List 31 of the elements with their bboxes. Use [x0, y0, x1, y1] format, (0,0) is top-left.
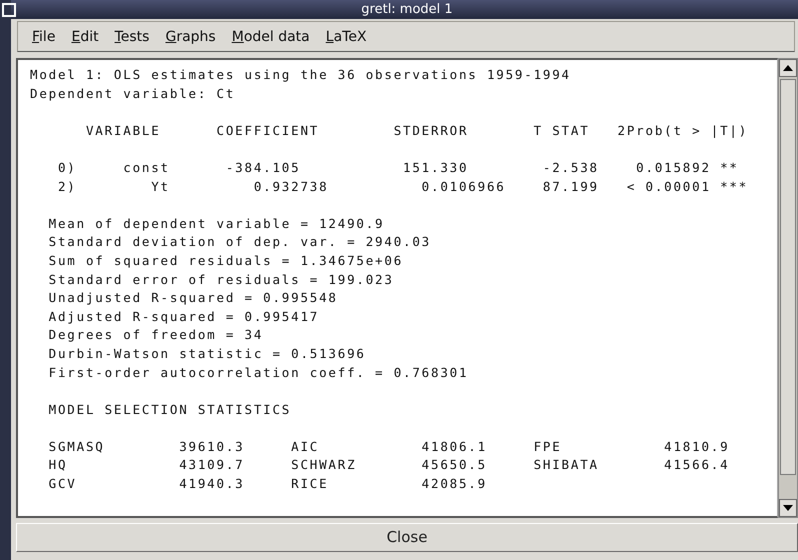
output-line: Model 1: OLS estimates using the 36 observations 1959-1994 [30, 66, 572, 84]
output-line: SGMASQ 39610.3 AIC 41806.1 FPE 41810.9 [48, 438, 730, 456]
menu-item[interactable]: File [24, 26, 64, 46]
output-line: Adjusted R-squared = 0.995417 [48, 308, 320, 326]
window-menu-icon[interactable] [2, 2, 16, 16]
output-line: Dependent variable: Ct [30, 84, 236, 103]
scroll-thumb[interactable] [780, 79, 796, 475]
window-title: gretl: model 1 [360, 1, 454, 19]
output-line: VARIABLE COEFFICIENT STDERROR T STAT 2Prob(t > |T|) [84, 122, 750, 140]
menu-item[interactable]: LaTeX [318, 26, 375, 46]
output-line: Mean of dependent variable = 12490.9 [48, 214, 386, 233]
close-button[interactable]: Close [16, 523, 798, 552]
menu-item[interactable]: Edit [63, 26, 107, 46]
output-line: 0) const -384.105 151.330 -2.538 0.015892 ** [56, 158, 740, 177]
output-line: HQ 43109.7 SCHWARZ 45650.5 SHIBATA 41566.4 [48, 456, 730, 474]
menu-item[interactable]: Graphs [157, 26, 224, 46]
menu-item[interactable]: Tests [106, 26, 158, 46]
output-line: GCV 41940.3 RICE 42085.9 [48, 475, 488, 494]
scrollbar[interactable] [778, 58, 798, 518]
output-line: First-order autocorrelation coeff. = 0.768301 [48, 364, 470, 382]
output-line: Unadjusted R-squared = 0.995548 [48, 289, 339, 308]
output-line: Sum of squared residuals = 1.34675e+06 [48, 252, 404, 270]
scroll-up-icon[interactable] [779, 59, 797, 77]
output-line: Degrees of freedom = 34 [48, 326, 264, 344]
output-line: Standard deviation of dep. var. = 2940.03 [48, 233, 432, 252]
output-line: Standard error of residuals = 199.023 [48, 270, 395, 289]
output-line: 2) Yt 0.932738 0.0106966 87.199 < 0.00001 *** [56, 178, 750, 196]
menu-item[interactable]: Model data [224, 26, 318, 46]
output-line: Durbin-Watson statistic = 0.513696 [48, 344, 367, 363]
output-line: MODEL SELECTION STATISTICS [48, 400, 292, 419]
scroll-down-icon[interactable] [779, 499, 797, 517]
